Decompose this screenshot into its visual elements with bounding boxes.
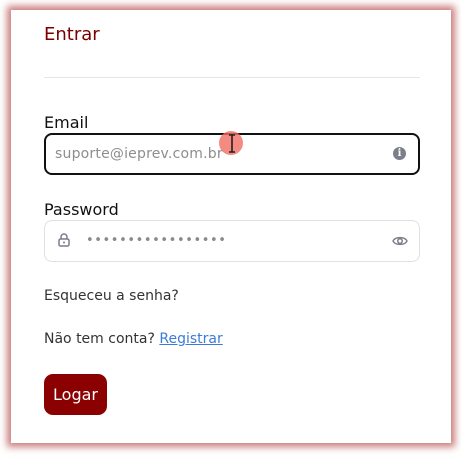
info-circle-icon[interactable]: i [393,147,406,160]
email-label: Email [44,113,89,132]
register-link[interactable]: Registrar [159,331,222,347]
title-divider [44,77,420,78]
login-button[interactable]: Logar [44,374,107,415]
signup-row: Não tem conta? Registrar [44,331,223,347]
text-cursor-icon [229,134,235,153]
password-field[interactable]: ••••••••••••••••• [44,220,420,262]
forgot-password-link[interactable]: Esqueceu a senha? [44,288,179,304]
password-label: Password [44,200,119,219]
signup-prompt: Não tem conta? [44,331,155,347]
login-card: Entrar Email suporte@ieprev.com.br i Pas… [11,10,451,443]
lock-icon [58,233,70,247]
password-value: ••••••••••••••••• [86,233,227,248]
eye-icon[interactable] [392,234,408,248]
form-title: Entrar [44,24,100,45]
email-value: suporte@ieprev.com.br [55,146,223,162]
